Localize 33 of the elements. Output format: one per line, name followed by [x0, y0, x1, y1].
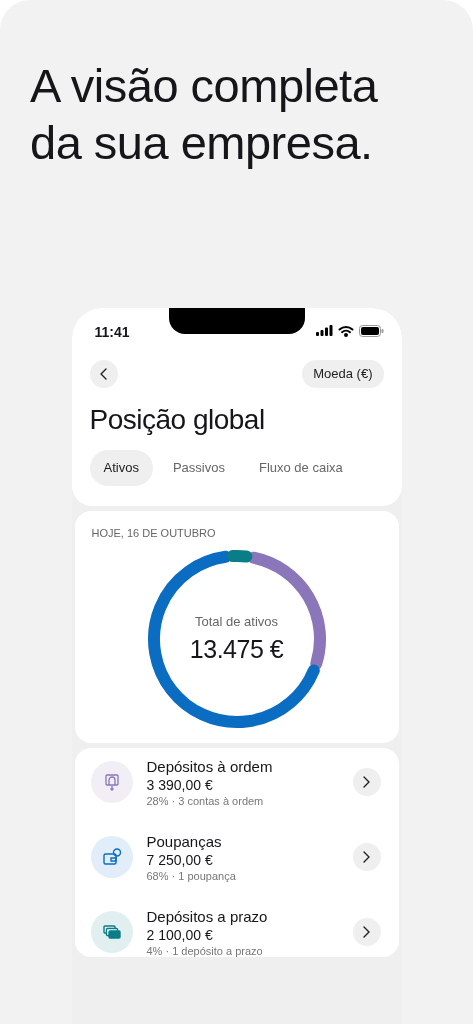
chevron-right-icon — [363, 926, 370, 939]
back-button[interactable] — [89, 359, 118, 388]
category-name: Depósitos a prazo — [146, 907, 269, 925]
category-amount: 2 100,00 € — [146, 926, 214, 943]
currency-button[interactable]: Moeda (€) — [302, 359, 384, 388]
category-detail: 28% · 3 contas à ordem — [146, 794, 265, 807]
tab[interactable]: Passivos — [158, 449, 239, 486]
total-value: 13.475 € — [189, 634, 284, 664]
category-amount: 7 250,00 € — [146, 851, 214, 868]
wallet-coin-icon — [101, 847, 122, 868]
category-name: Depósitos à ordem — [146, 757, 274, 775]
status-time: 11:41 — [94, 322, 130, 340]
signal-icon — [315, 325, 333, 337]
open-button[interactable] — [352, 918, 381, 947]
chevron-right-icon — [363, 851, 370, 864]
headline: A visão completa da sua empresa. — [30, 58, 379, 171]
atm-icon — [102, 773, 121, 792]
category-amount: 3 390,00 € — [146, 776, 214, 793]
tab[interactable]: Fluxo de caixa — [244, 449, 357, 486]
date-label: HOJE, 16 DE OUTUBRO — [91, 526, 216, 539]
chevron-left-icon — [100, 367, 107, 380]
category-detail: 4% · 1 depósito a prazo — [146, 944, 264, 957]
banknotes-icon — [101, 923, 122, 942]
total-label: Total de ativos — [194, 613, 279, 629]
page-title: Posição global — [89, 403, 266, 436]
category-name: Poupanças — [146, 832, 223, 850]
tab[interactable]: Ativos — [89, 449, 153, 486]
open-button[interactable] — [352, 843, 381, 872]
open-button[interactable] — [352, 768, 381, 797]
category-detail: 68% · 1 poupança — [146, 869, 237, 882]
battery-icon — [358, 324, 384, 337]
chevron-right-icon — [363, 776, 370, 789]
wifi-icon — [337, 324, 354, 337]
